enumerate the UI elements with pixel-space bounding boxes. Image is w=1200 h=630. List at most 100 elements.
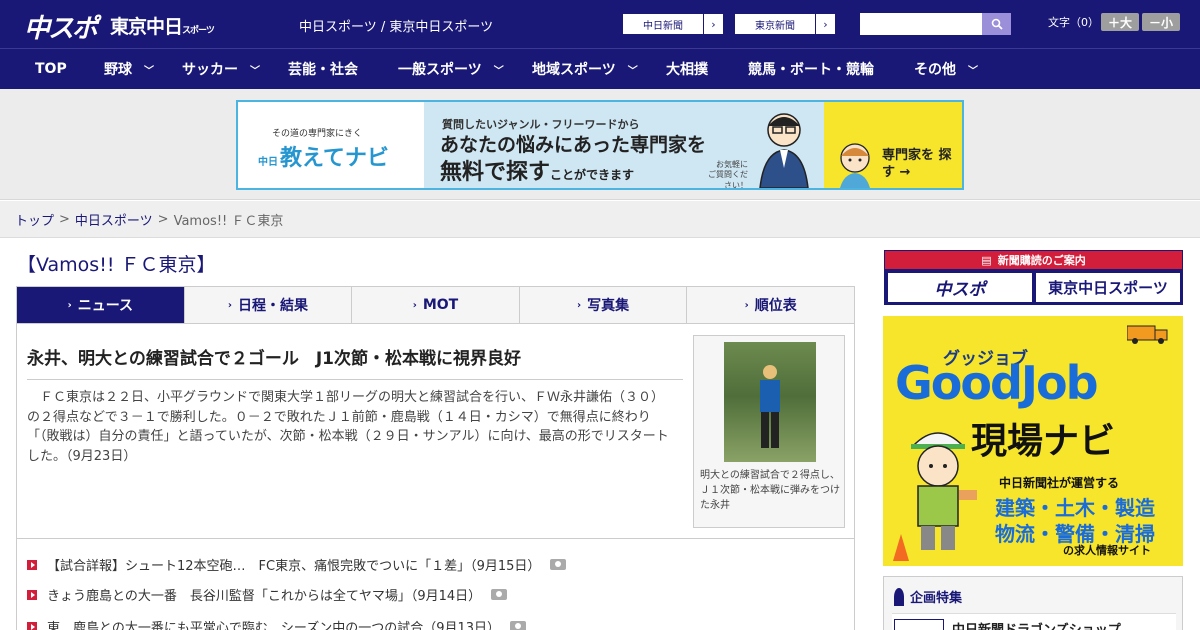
tab-mot[interactable]: › MOT <box>352 287 520 323</box>
banner-cta: 専門家を 探す → <box>882 148 952 180</box>
banner-note: お気軽に ご質問ください！ <box>708 160 748 190</box>
feature-box: 企画特集 中日新聞ドラゴンズショップ <box>883 576 1183 630</box>
nav-item-label: その他 <box>914 62 956 78</box>
chevron-right-icon: › <box>815 14 835 34</box>
expert-illustration <box>759 113 809 188</box>
banner-free-big: 無料で探す <box>440 160 551 185</box>
ribbon-icon <box>894 587 904 606</box>
nav-item-label: TOP <box>35 61 67 77</box>
subscription-box: ▤ 新聞購読のご案内 中スポ 東京中日スポーツ <box>884 250 1183 305</box>
banner-brand-panel: その道の専門家にきく 中日教えてナビ <box>238 102 424 188</box>
banner-tagline: その道の専門家にきく <box>272 129 363 139</box>
nav-item-sumo[interactable]: 大相撲 <box>666 49 708 89</box>
chevron-right-icon: › <box>227 299 232 311</box>
tab-label: 順位表 <box>754 298 797 314</box>
tab-label: MOT <box>422 297 459 313</box>
nav-item-regional-sports[interactable]: 地域スポーツ ﹀ <box>532 49 638 89</box>
font-size-label: 文字（0） <box>1048 16 1099 29</box>
tokyo-shimbun-link[interactable]: 東京新聞 › <box>734 13 836 35</box>
tab-photos[interactable]: › 写真集 <box>519 287 688 323</box>
player-silhouette <box>760 365 780 448</box>
feature-item[interactable]: 中日新聞ドラゴンズショップ <box>892 613 1176 630</box>
nav-item-label: 一般スポーツ <box>398 62 482 78</box>
banner-free: 無料で探すことができます <box>440 154 634 186</box>
breadcrumb-home-link[interactable]: トップ <box>15 210 54 229</box>
chunichi-sports-logo[interactable]: 中スポ <box>24 8 98 45</box>
nav-item-label: 野球 <box>104 62 132 78</box>
chunichi-shimbun-link[interactable]: 中日新聞 › <box>622 13 724 35</box>
tab-schedule[interactable]: › 日程・結果 <box>184 287 353 323</box>
nav-item-soccer[interactable]: サッカー ﹀ <box>182 49 260 89</box>
list-item[interactable]: きょう鹿島との大一番 長谷川監督「これからは全てヤマ場」（9月14日） <box>27 585 508 604</box>
news-list: 【試合詳報】シュート12本空砲… FC東京、痛恨完敗でついに「１差」（9月15日… <box>16 539 855 630</box>
thinking-face-illustration <box>840 143 870 188</box>
arrow-bullet-icon <box>27 559 37 570</box>
subscribe-chuspo-button[interactable]: 中スポ <box>888 273 1032 302</box>
news-title: 東 鹿島との大一番にも平常心で臨む シーズン中の一つの試合（9月13日） <box>47 621 501 630</box>
nav-item-entertainment[interactable]: 芸能・社会 <box>288 49 358 89</box>
tab-news[interactable]: › ニュース <box>17 287 185 323</box>
worker-illustration <box>893 432 977 561</box>
nav-item-label: 地域スポーツ <box>532 62 616 78</box>
feature-item-name: 中日新聞ドラゴンズショップ <box>952 619 1121 630</box>
oshiete-navi-banner[interactable]: その道の専門家にきく 中日教えてナビ 質問したいジャンル・フリーワードから あな… <box>236 100 964 190</box>
goodjob-title: GoodJob <box>895 356 1099 410</box>
search-button[interactable] <box>982 13 1011 35</box>
banner-brand-name: 教えてナビ <box>280 146 389 171</box>
tokyo-chunichi-logo-text: 東京中日 <box>110 16 183 38</box>
nav-item-racing[interactable]: 競馬・ボート・競輪 <box>748 49 874 89</box>
feature-title-text: 企画特集 <box>910 591 963 606</box>
nav-item-label: 芸能・社会 <box>288 62 358 78</box>
chevron-right-icon: › <box>703 14 723 34</box>
chevron-right-icon: › <box>577 299 582 311</box>
nav-item-baseball[interactable]: 野球 ﹀ <box>104 49 154 89</box>
nav-item-top[interactable]: TOP <box>35 49 67 89</box>
newspaper-icon: ▤ <box>981 253 992 267</box>
arrow-bullet-icon <box>27 621 37 630</box>
goodjob-desc: 中日新聞社が運営する <box>999 476 1120 490</box>
goodjob-ad[interactable]: グッジョブ GoodJob 現場ナビ 中日新聞社が運営する 建築・土木・製造 物… <box>883 316 1183 566</box>
chevron-down-icon: ﹀ <box>250 65 260 77</box>
banner-brand-prefix: 中日 <box>258 157 278 168</box>
breadcrumb-section-link[interactable]: 中日スポーツ <box>75 210 153 229</box>
subscribe-tokyo-button[interactable]: 東京中日スポーツ <box>1036 273 1180 302</box>
goodjob-jobs-line1: 建築・土木・製造 <box>995 496 1155 520</box>
chevron-down-icon: ﹀ <box>144 65 154 77</box>
search-input[interactable] <box>860 13 982 35</box>
camera-icon <box>491 589 508 600</box>
breadcrumb-current: Vamos!! ＦＣ東京 <box>173 213 284 229</box>
chevron-right-icon: › <box>67 299 72 311</box>
list-item[interactable]: 東 鹿島との大一番にも平常心で臨む シーズン中の一つの試合（9月13日） <box>27 617 527 630</box>
subscription-heading-text: 新聞購読のご案内 <box>997 254 1086 267</box>
chevron-down-icon: ﹀ <box>493 65 504 77</box>
font-size-down-button[interactable]: －小 <box>1142 13 1180 31</box>
nav-item-label: 競馬・ボート・競輪 <box>748 62 874 78</box>
nav-item-label: 大相撲 <box>666 62 708 78</box>
chevron-down-icon: ﹀ <box>627 65 638 77</box>
news-title: きょう鹿島との大一番 長谷川監督「これからは全てヤマ場」（9月14日） <box>47 589 482 604</box>
main-nav: TOP 野球 ﹀ サッカー ﹀ 芸能・社会 一般スポーツ ﹀ 地域スポーツ ﹀ 大相撲 … <box>0 48 1200 89</box>
tokyo-chunichi-logo[interactable]: 東京中日スポーツ <box>110 12 215 39</box>
site-title: 中日スポーツ / 東京中日スポーツ <box>299 20 494 35</box>
camera-icon <box>550 559 567 570</box>
arrow-bullet-icon <box>27 589 37 600</box>
tab-standings[interactable]: › 順位表 <box>687 287 854 323</box>
tab-label: 写真集 <box>587 298 630 314</box>
page-title: 【Vamos!! ＦＣ東京】 <box>17 254 216 276</box>
featured-article: 永井、明大との練習試合で２ゴール J1次節・松本戦に視界良好 ＦＣ東京は２２日、… <box>16 324 855 539</box>
breadcrumb: トップ > 中日スポーツ > Vamos!! ＦＣ東京 <box>0 201 1200 238</box>
article-photo[interactable] <box>724 342 816 462</box>
font-size-up-button[interactable]: ＋大 <box>1101 13 1139 31</box>
chevron-down-icon: ﹀ <box>968 65 978 77</box>
article-title[interactable]: 永井、明大との練習試合で２ゴール J1次節・松本戦に視界良好 <box>27 344 683 380</box>
banner-message-panel: 質問したいジャンル・フリーワードから あなたの悩みにあった専門家を 無料で探すこ… <box>424 102 824 188</box>
feature-thumbnail <box>894 618 944 630</box>
tokyo-shimbun-label: 東京新聞 <box>755 20 795 32</box>
section-tabs: › ニュース › 日程・結果 › MOT › 写真集 › 順位表 <box>16 286 855 324</box>
truck-icon <box>1127 325 1168 344</box>
camera-icon <box>510 621 527 630</box>
nav-item-other[interactable]: その他 ﹀ <box>914 49 978 89</box>
list-item[interactable]: 【試合詳報】シュート12本空砲… FC東京、痛恨完敗でついに「１差」（9月15日… <box>27 555 567 574</box>
banner-cta-panel: 専門家を 探す → <box>824 102 962 188</box>
nav-item-general-sports[interactable]: 一般スポーツ ﹀ <box>398 49 504 89</box>
